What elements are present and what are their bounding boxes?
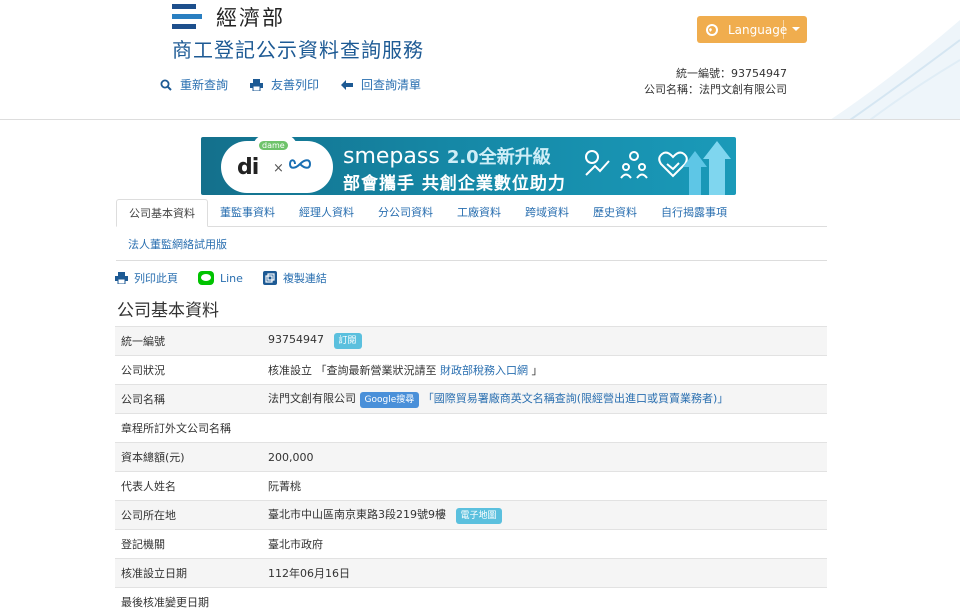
row-label: 代表人姓名 xyxy=(115,471,262,501)
company-name-value: 法門文創有限公司 xyxy=(268,392,356,405)
tab-company-basic[interactable]: 公司基本資料 xyxy=(116,199,208,227)
company-id-line: 統一編號：93754947 xyxy=(676,67,787,80)
banner-version: 2.0全新升級 xyxy=(446,147,551,168)
page-header: 經濟部 商工登記公示資料查詢服務 重新查詢 友善列印 回查詢清單 Languag… xyxy=(0,0,960,120)
chevron-down-icon xyxy=(792,27,800,31)
trade-english-name-link[interactable]: 「國際貿易署廠商英文名稱查詢(限經營出進口或買賣業務者)」 xyxy=(423,392,729,405)
row-value: 200,000 xyxy=(262,442,827,472)
copy-link-label: 複製連結 xyxy=(282,272,327,285)
arrow-left-icon xyxy=(341,79,354,90)
row-value: 法門文創有限公司 Google搜尋 「國際貿易署廠商英文名稱查詢(限經營出進口或… xyxy=(262,384,827,414)
copy-link-button[interactable]: 複製連結 xyxy=(262,270,327,286)
table-row: 統一編號 93754947 訂閱 xyxy=(115,326,827,356)
header-decoration xyxy=(831,20,960,119)
tab-board-network[interactable]: 法人董監網絡試用版 xyxy=(116,231,239,259)
e-map-button[interactable]: 電子地圖 xyxy=(455,508,502,524)
row-value: 臺北市中山區南京東路3段219號9樓 電子地圖 xyxy=(262,500,827,530)
row-label: 核准設立日期 xyxy=(115,558,262,588)
tab-cross-domain[interactable]: 跨域資料 xyxy=(513,199,581,227)
ministry-name: 經濟部 xyxy=(216,6,285,30)
detail-tabs: 公司基本資料 董監事資料 經理人資料 分公司資料 工廠資料 跨域資料 歷史資料 … xyxy=(116,199,827,261)
copy-link-icon xyxy=(262,271,277,285)
print-page-button[interactable]: 列印此頁 xyxy=(115,270,178,286)
row-value xyxy=(262,587,827,610)
language-label: Language xyxy=(728,22,788,37)
tabs-row: 公司基本資料 董監事資料 經理人資料 分公司資料 工廠資料 跨域資料 歷史資料 … xyxy=(116,199,739,227)
ministry-logo-icon xyxy=(172,4,204,30)
printer-icon xyxy=(115,272,128,284)
row-label: 公司所在地 xyxy=(115,500,262,530)
table-row: 公司名稱 法門文創有限公司 Google搜尋 「國際貿易署廠商英文名稱查詢(限經… xyxy=(115,384,827,414)
row-value: 112年06月16日 xyxy=(262,558,827,588)
globe-icon xyxy=(706,23,718,36)
row-label: 公司名稱 xyxy=(115,384,262,414)
row-value: 核准設立 「查詢最新營業狀況請至 財政部稅務入口網 」 xyxy=(262,355,827,385)
line-share-button[interactable]: Line xyxy=(198,271,243,285)
service-title: 商工登記公示資料查詢服務 xyxy=(172,38,424,62)
tab-directors[interactable]: 董監事資料 xyxy=(208,199,287,227)
row-value: 阮菁桃 xyxy=(262,471,827,501)
company-info-table: 統一編號 93754947 訂閱 公司狀況 核准設立 「查詢最新營業狀況請至 財… xyxy=(115,326,827,610)
row-label: 公司狀況 xyxy=(115,355,262,385)
row-value: 93754947 訂閱 xyxy=(262,326,827,356)
row-value xyxy=(262,413,827,443)
company-identity: 統一編號：93754947 公司名稱：法門文創有限公司 xyxy=(644,66,787,98)
tab-managers[interactable]: 經理人資料 xyxy=(287,199,366,227)
print-friendly-label: 友善列印 xyxy=(271,78,320,92)
address-value: 臺北市中山區南京東路3段219號9樓 xyxy=(268,508,446,521)
google-search-button[interactable]: Google搜尋 xyxy=(359,392,420,408)
table-row: 核准設立日期 112年06月16日 xyxy=(115,558,827,588)
table-row: 登記機關 臺北市政府 xyxy=(115,529,827,559)
page-actions: 列印此頁 Line 複製連結 xyxy=(115,270,347,286)
table-row: 公司狀況 核准設立 「查詢最新營業狀況請至 財政部稅務入口網 」 xyxy=(115,355,827,385)
search-icon xyxy=(160,79,172,91)
smepass-banner[interactable]: di dame × smepass 2.0全新升級 部會攜手 共創企業數位助力 xyxy=(201,137,736,195)
tab-self-disclosure[interactable]: 自行揭露事項 xyxy=(649,199,739,227)
growth-icon xyxy=(585,150,610,176)
back-to-list-label: 回查詢清單 xyxy=(361,78,422,92)
print-friendly-button[interactable]: 友善列印 xyxy=(250,76,319,93)
banner-icons xyxy=(583,149,689,179)
line-share-label: Line xyxy=(220,271,243,285)
di-logo: di xyxy=(237,155,259,180)
banner-times: × xyxy=(273,161,284,176)
new-search-label: 重新查詢 xyxy=(180,78,229,92)
dame-badge: dame xyxy=(259,141,288,150)
banner-brand-name: smepass xyxy=(343,144,440,169)
infinity-logo-icon xyxy=(289,159,311,169)
language-dropdown[interactable]: Language xyxy=(697,16,807,43)
section-title: 公司基本資料 xyxy=(117,301,219,321)
row-label: 登記機關 xyxy=(115,529,262,559)
row-value: 臺北市政府 xyxy=(262,529,827,559)
table-row: 資本總額(元) 200,000 xyxy=(115,442,827,472)
banner-brand: smepass 2.0全新升級 xyxy=(343,143,551,169)
tab-factories[interactable]: 工廠資料 xyxy=(445,199,513,227)
table-row: 代表人姓名 阮菁桃 xyxy=(115,471,827,501)
print-page-label: 列印此頁 xyxy=(134,272,178,285)
status-value: 核准設立 「查詢最新營業狀況請至 xyxy=(268,364,440,377)
table-row: 公司所在地 臺北市中山區南京東路3段219號9樓 電子地圖 xyxy=(115,500,827,530)
line-icon xyxy=(198,271,214,285)
back-to-list-button[interactable]: 回查詢清單 xyxy=(341,76,421,93)
tax-portal-link[interactable]: 財政部稅務入口網 xyxy=(440,364,528,377)
new-search-button[interactable]: 重新查詢 xyxy=(160,76,228,93)
subscribe-button[interactable]: 訂閱 xyxy=(333,333,362,349)
row-label: 統一編號 xyxy=(115,326,262,356)
header-toolbar: 重新查詢 友善列印 回查詢清單 xyxy=(160,76,421,93)
tab-branches[interactable]: 分公司資料 xyxy=(366,199,445,227)
row-label: 資本總額(元) xyxy=(115,442,262,472)
banner-tagline: 部會攜手 共創企業數位助力 xyxy=(343,174,566,194)
company-name-line: 公司名稱：法門文創有限公司 xyxy=(644,83,787,96)
status-suffix: 」 xyxy=(528,364,543,377)
row-label: 最後核准變更日期 xyxy=(115,587,262,610)
tax-id-value: 93754947 xyxy=(268,333,324,346)
printer-icon xyxy=(250,78,264,91)
row-label: 章程所訂外文公司名稱 xyxy=(115,413,262,443)
growth-arrows-icon xyxy=(683,141,731,195)
team-icon xyxy=(620,151,648,179)
tab-history[interactable]: 歷史資料 xyxy=(581,199,649,227)
table-row: 章程所訂外文公司名稱 xyxy=(115,413,827,443)
table-row: 最後核准變更日期 xyxy=(115,587,827,610)
